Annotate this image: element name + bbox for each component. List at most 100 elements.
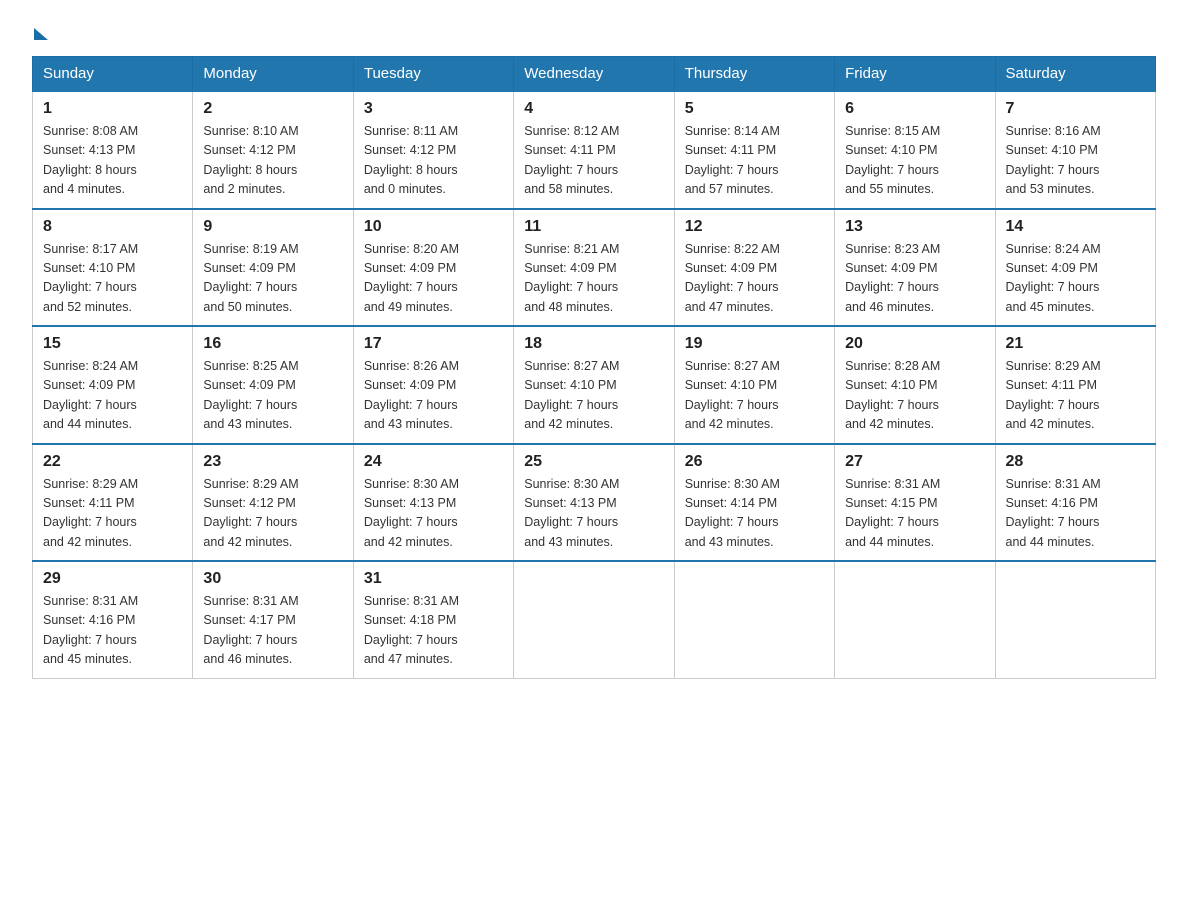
calendar-day-22: 22 Sunrise: 8:29 AMSunset: 4:11 PMDayligh…	[33, 444, 193, 562]
day-number: 26	[685, 453, 824, 471]
day-info: Sunrise: 8:23 AMSunset: 4:09 PMDaylight:…	[845, 240, 984, 318]
day-number: 19	[685, 335, 824, 353]
day-info: Sunrise: 8:30 AMSunset: 4:13 PMDaylight:…	[364, 475, 503, 553]
day-number: 10	[364, 218, 503, 236]
day-info: Sunrise: 8:31 AMSunset: 4:15 PMDaylight:…	[845, 475, 984, 553]
calendar-day-7: 7Sunrise: 8:16 AMSunset: 4:10 PMDaylight…	[995, 91, 1155, 209]
empty-cell	[674, 561, 834, 678]
calendar-day-9: 9 Sunrise: 8:19 AMSunset: 4:09 PMDaylight…	[193, 209, 353, 327]
calendar-day-8: 8 Sunrise: 8:17 AMSunset: 4:10 PMDaylight…	[33, 209, 193, 327]
day-info: Sunrise: 8:21 AMSunset: 4:09 PMDaylight:…	[524, 240, 663, 318]
day-number: 20	[845, 335, 984, 353]
calendar-day-12: 12 Sunrise: 8:22 AMSunset: 4:09 PMDayligh…	[674, 209, 834, 327]
day-info: Sunrise: 8:31 AMSunset: 4:16 PMDaylight:…	[1006, 475, 1145, 553]
calendar-day-2: 2 Sunrise: 8:10 AMSunset: 4:12 PMDaylight…	[193, 91, 353, 209]
day-number: 4	[524, 100, 663, 118]
calendar-day-25: 25Sunrise: 8:30 AMSunset: 4:13 PMDayligh…	[514, 444, 674, 562]
day-number: 9	[203, 218, 342, 236]
day-info: Sunrise: 8:17 AMSunset: 4:10 PMDaylight:…	[43, 240, 182, 318]
day-info: Sunrise: 8:31 AMSunset: 4:17 PMDaylight:…	[203, 592, 342, 670]
day-number: 8	[43, 218, 182, 236]
day-number: 30	[203, 570, 342, 588]
calendar-day-29: 29 Sunrise: 8:31 AMSunset: 4:16 PMDayligh…	[33, 561, 193, 678]
day-number: 27	[845, 453, 984, 471]
calendar-week-1: 1 Sunrise: 8:08 AMSunset: 4:13 PMDaylight…	[33, 91, 1156, 209]
day-number: 23	[203, 453, 342, 471]
weekday-header-wednesday: Wednesday	[514, 57, 674, 92]
empty-cell	[514, 561, 674, 678]
day-info: Sunrise: 8:14 AMSunset: 4:11 PMDaylight:…	[685, 122, 824, 200]
day-number: 16	[203, 335, 342, 353]
weekday-header-sunday: Sunday	[33, 57, 193, 92]
day-info: Sunrise: 8:29 AMSunset: 4:11 PMDaylight:…	[43, 475, 182, 553]
calendar-day-3: 3Sunrise: 8:11 AMSunset: 4:12 PMDaylight…	[353, 91, 513, 209]
calendar-day-23: 23Sunrise: 8:29 AMSunset: 4:12 PMDayligh…	[193, 444, 353, 562]
day-info: Sunrise: 8:25 AMSunset: 4:09 PMDaylight:…	[203, 357, 342, 435]
page-header	[32, 24, 1156, 38]
weekday-header-friday: Friday	[835, 57, 995, 92]
weekday-header-saturday: Saturday	[995, 57, 1155, 92]
calendar-day-16: 16 Sunrise: 8:25 AMSunset: 4:09 PMDayligh…	[193, 326, 353, 444]
calendar-day-19: 19 Sunrise: 8:27 AMSunset: 4:10 PMDayligh…	[674, 326, 834, 444]
day-info: Sunrise: 8:10 AMSunset: 4:12 PMDaylight:…	[203, 122, 342, 200]
calendar-table: SundayMondayTuesdayWednesdayThursdayFrid…	[32, 56, 1156, 679]
empty-cell	[835, 561, 995, 678]
calendar-day-17: 17Sunrise: 8:26 AMSunset: 4:09 PMDayligh…	[353, 326, 513, 444]
calendar-day-1: 1 Sunrise: 8:08 AMSunset: 4:13 PMDaylight…	[33, 91, 193, 209]
calendar-day-31: 31 Sunrise: 8:31 AMSunset: 4:18 PMDayligh…	[353, 561, 513, 678]
calendar-day-27: 27 Sunrise: 8:31 AMSunset: 4:15 PMDayligh…	[835, 444, 995, 562]
calendar-body: 1 Sunrise: 8:08 AMSunset: 4:13 PMDaylight…	[33, 91, 1156, 678]
day-number: 2	[203, 100, 342, 118]
day-number: 28	[1006, 453, 1145, 471]
calendar-day-10: 10 Sunrise: 8:20 AMSunset: 4:09 PMDayligh…	[353, 209, 513, 327]
day-info: Sunrise: 8:20 AMSunset: 4:09 PMDaylight:…	[364, 240, 503, 318]
calendar-day-6: 6 Sunrise: 8:15 AMSunset: 4:10 PMDaylight…	[835, 91, 995, 209]
day-info: Sunrise: 8:27 AMSunset: 4:10 PMDaylight:…	[685, 357, 824, 435]
day-number: 11	[524, 218, 663, 236]
day-info: Sunrise: 8:19 AMSunset: 4:09 PMDaylight:…	[203, 240, 342, 318]
day-number: 31	[364, 570, 503, 588]
day-number: 15	[43, 335, 182, 353]
day-number: 21	[1006, 335, 1145, 353]
calendar-day-15: 15Sunrise: 8:24 AMSunset: 4:09 PMDayligh…	[33, 326, 193, 444]
calendar-day-5: 5 Sunrise: 8:14 AMSunset: 4:11 PMDaylight…	[674, 91, 834, 209]
day-info: Sunrise: 8:08 AMSunset: 4:13 PMDaylight:…	[43, 122, 182, 200]
calendar-day-4: 4 Sunrise: 8:12 AMSunset: 4:11 PMDaylight…	[514, 91, 674, 209]
calendar-day-26: 26 Sunrise: 8:30 AMSunset: 4:14 PMDayligh…	[674, 444, 834, 562]
empty-cell	[995, 561, 1155, 678]
day-number: 3	[364, 100, 503, 118]
calendar-day-20: 20Sunrise: 8:28 AMSunset: 4:10 PMDayligh…	[835, 326, 995, 444]
day-number: 29	[43, 570, 182, 588]
day-number: 22	[43, 453, 182, 471]
day-number: 13	[845, 218, 984, 236]
day-info: Sunrise: 8:12 AMSunset: 4:11 PMDaylight:…	[524, 122, 663, 200]
calendar-week-4: 22 Sunrise: 8:29 AMSunset: 4:11 PMDayligh…	[33, 444, 1156, 562]
day-number: 12	[685, 218, 824, 236]
day-info: Sunrise: 8:29 AMSunset: 4:11 PMDaylight:…	[1006, 357, 1145, 435]
day-number: 14	[1006, 218, 1145, 236]
calendar-day-28: 28 Sunrise: 8:31 AMSunset: 4:16 PMDayligh…	[995, 444, 1155, 562]
calendar-day-18: 18 Sunrise: 8:27 AMSunset: 4:10 PMDayligh…	[514, 326, 674, 444]
day-number: 18	[524, 335, 663, 353]
day-info: Sunrise: 8:31 AMSunset: 4:18 PMDaylight:…	[364, 592, 503, 670]
day-number: 5	[685, 100, 824, 118]
day-info: Sunrise: 8:27 AMSunset: 4:10 PMDaylight:…	[524, 357, 663, 435]
day-info: Sunrise: 8:15 AMSunset: 4:10 PMDaylight:…	[845, 122, 984, 200]
day-number: 24	[364, 453, 503, 471]
day-info: Sunrise: 8:24 AMSunset: 4:09 PMDaylight:…	[1006, 240, 1145, 318]
calendar-week-5: 29 Sunrise: 8:31 AMSunset: 4:16 PMDayligh…	[33, 561, 1156, 678]
day-info: Sunrise: 8:26 AMSunset: 4:09 PMDaylight:…	[364, 357, 503, 435]
day-info: Sunrise: 8:30 AMSunset: 4:14 PMDaylight:…	[685, 475, 824, 553]
calendar-week-2: 8 Sunrise: 8:17 AMSunset: 4:10 PMDaylight…	[33, 209, 1156, 327]
calendar-day-30: 30 Sunrise: 8:31 AMSunset: 4:17 PMDayligh…	[193, 561, 353, 678]
calendar-header-row: SundayMondayTuesdayWednesdayThursdayFrid…	[33, 57, 1156, 92]
day-info: Sunrise: 8:22 AMSunset: 4:09 PMDaylight:…	[685, 240, 824, 318]
calendar-day-13: 13 Sunrise: 8:23 AMSunset: 4:09 PMDayligh…	[835, 209, 995, 327]
calendar-day-21: 21 Sunrise: 8:29 AMSunset: 4:11 PMDayligh…	[995, 326, 1155, 444]
day-number: 6	[845, 100, 984, 118]
day-number: 1	[43, 100, 182, 118]
day-number: 7	[1006, 100, 1145, 118]
day-info: Sunrise: 8:31 AMSunset: 4:16 PMDaylight:…	[43, 592, 182, 670]
logo	[32, 24, 48, 38]
calendar-day-24: 24 Sunrise: 8:30 AMSunset: 4:13 PMDayligh…	[353, 444, 513, 562]
